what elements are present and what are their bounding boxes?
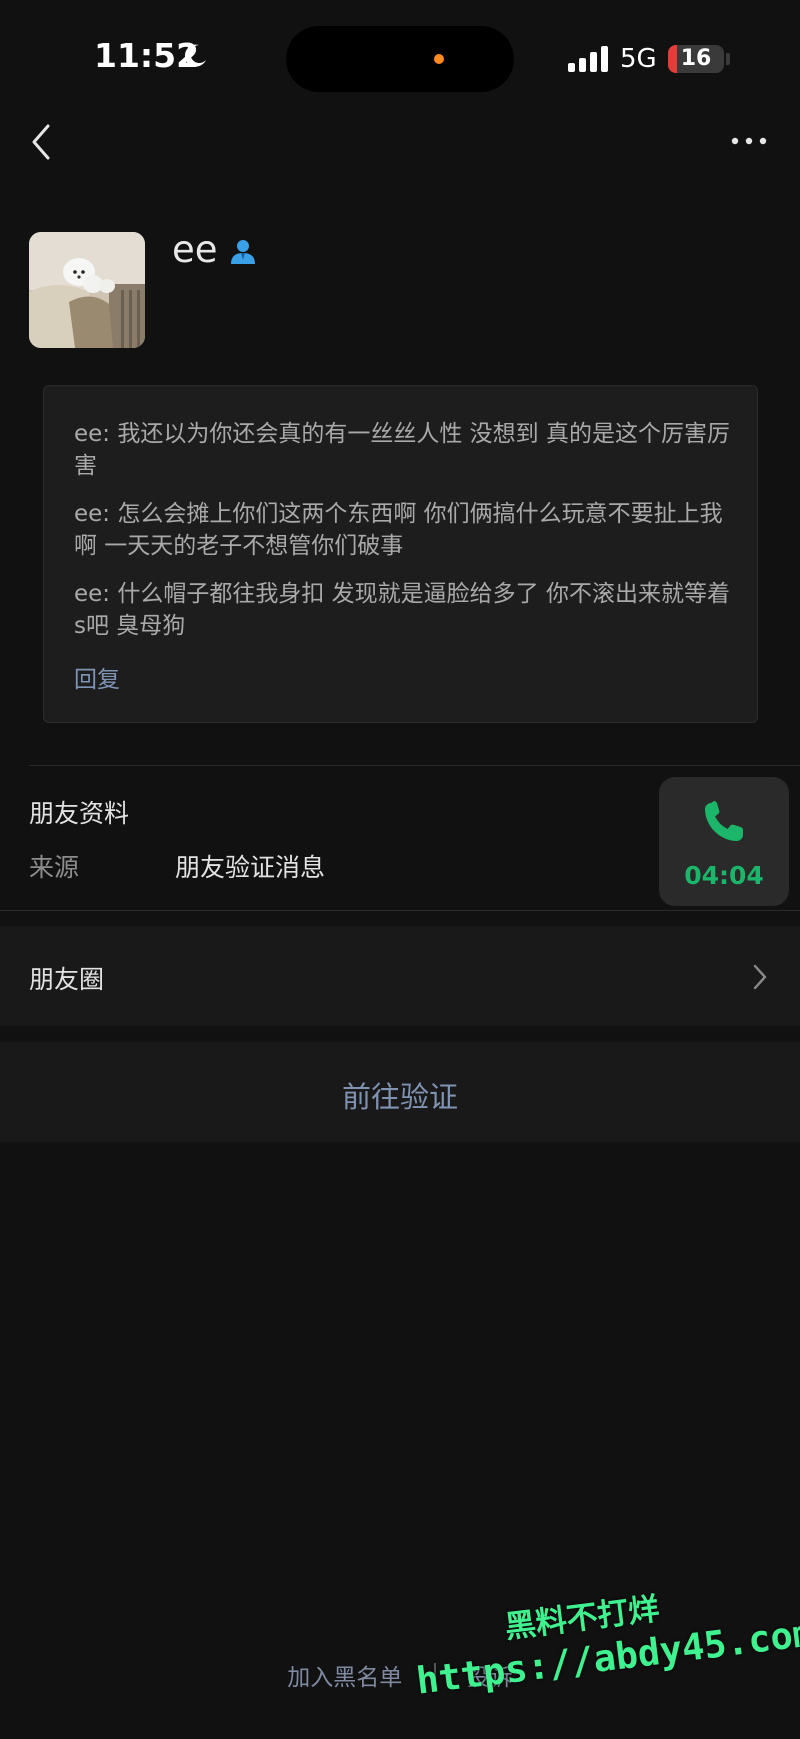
greeting-message: ee: 我还以为你还会真的有一丝丝人性 没想到 真的是这个厉害厉害	[74, 421, 730, 479]
source-label: 来源	[29, 853, 80, 882]
phone-icon	[705, 801, 743, 841]
info-title: 朋友资料	[29, 799, 130, 828]
battery-icon: 16	[668, 45, 724, 73]
add-to-blacklist-link[interactable]: 加入黑名单	[287, 1658, 402, 1692]
battery-level: 16	[680, 46, 712, 71]
divider	[0, 910, 800, 911]
moments-label: 朋友圈	[29, 965, 105, 994]
moon-icon	[184, 44, 206, 67]
chevron-left-icon[interactable]	[22, 120, 62, 164]
greeting-message: ee: 怎么会摊上你们这两个东西啊 你们俩搞什么玩意不要扯上我啊 一天天的老子不…	[74, 501, 723, 559]
greeting-card: ee: 我还以为你还会真的有一丝丝人性 没想到 真的是这个厉害厉害 ee: 怎么…	[43, 385, 758, 723]
moments-row[interactable]: 朋友圈	[0, 926, 800, 1026]
profile-name: ee	[172, 228, 218, 271]
reply-link[interactable]: 回复	[74, 660, 120, 694]
privacy-indicator-dot	[434, 54, 444, 64]
source-value: 朋友验证消息	[175, 853, 326, 882]
battery-tip	[726, 53, 730, 65]
person-icon	[231, 240, 255, 264]
cellular-signal-icon	[568, 46, 608, 72]
greeting-message: ee: 什么帽子都往我身扣 发现就是逼脸给多了 你不滚出来就等着s吧 臭母狗	[74, 581, 730, 639]
dynamic-island	[286, 26, 514, 92]
floating-call-widget[interactable]: 04:04	[659, 777, 789, 906]
network-type: 5G	[620, 44, 657, 74]
chevron-right-icon	[753, 964, 767, 990]
call-duration: 04:04	[684, 861, 764, 890]
more-dots-icon[interactable]	[726, 126, 772, 156]
avatar[interactable]	[29, 232, 145, 348]
status-bar: 11:52 5G 16	[0, 0, 800, 110]
go-verify-label: 前往验证	[341, 1080, 458, 1114]
go-verify-button[interactable]: 前往验证	[0, 1042, 800, 1142]
